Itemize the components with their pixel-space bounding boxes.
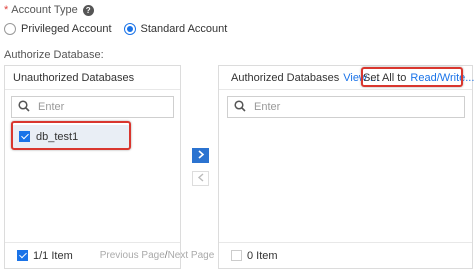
radio-privileged-label: Privileged Account [21,23,112,35]
unauthorized-databases-panel: Unauthorized Databases db_test1 1/1 Item… [4,65,214,269]
search-icon [18,99,30,115]
account-type-radio-group: Privileged Account Standard Account [4,21,239,37]
search-icon [234,99,246,115]
unauthorized-item-count: 1/1 Item [33,249,73,262]
radio-privileged-account[interactable]: Privileged Account [4,23,112,35]
account-type-label: * Account Type ? [4,3,94,17]
highlight-set-all [361,67,463,87]
unauthorized-search-input[interactable] [38,101,148,113]
authorized-search-input[interactable] [254,101,364,113]
authorized-databases-panel: Authorized Databases View ... Set All to… [218,65,474,269]
authorized-panel-title: Authorized Databases [231,71,340,84]
authorized-search-box[interactable] [227,96,465,118]
chevron-right-icon [197,149,205,162]
radio-standard-label: Standard Account [140,23,228,35]
next-page-link[interactable]: Next Page [168,250,215,261]
account-type-text: Account Type [11,4,78,16]
help-icon[interactable]: ? [82,4,94,16]
radio-standard-account[interactable]: Standard Account [123,23,228,35]
authorized-item-count: 0 Item [247,249,278,262]
radio-privileged-circle[interactable] [4,23,16,35]
authorized-panel-footer: 0 Item [219,242,472,268]
select-all-authorized-checkbox[interactable] [231,250,242,261]
pager: Previous Page/Next Page [100,250,215,261]
authorize-database-label: Authorize Database: [4,49,104,61]
radio-standard-circle[interactable] [123,23,136,35]
unauthorized-panel-title: Unauthorized Databases [5,66,180,90]
previous-page-link[interactable]: Previous Page [100,250,165,261]
move-to-authorized-button[interactable] [192,148,209,163]
select-all-unauthorized-checkbox[interactable] [17,250,28,261]
highlight-db-test1 [11,121,131,150]
chevron-left-icon [197,172,205,185]
move-to-unauthorized-button[interactable] [192,171,209,186]
unauthorized-search-box[interactable] [11,96,174,118]
required-mark: * [4,4,9,16]
unauthorized-panel-footer: 1/1 Item Previous Page/Next Page [5,242,214,268]
